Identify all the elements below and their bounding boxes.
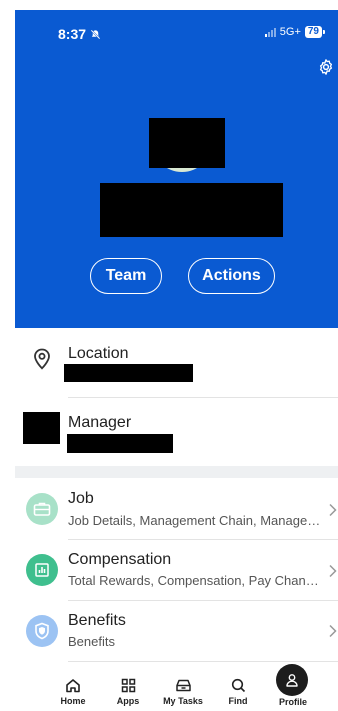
redacted-manager-avatar — [23, 412, 60, 444]
tab-profile[interactable]: Profile — [268, 697, 318, 707]
briefcase-icon — [26, 493, 58, 525]
chevron-right-icon — [329, 564, 337, 578]
grid-icon — [121, 678, 135, 693]
tab-label: Find — [228, 696, 248, 706]
tab-label: Home — [60, 696, 86, 706]
home-icon — [66, 679, 80, 693]
redacted-name — [100, 183, 283, 237]
tab-find[interactable]: Find — [213, 678, 263, 706]
inbox-icon — [175, 679, 191, 692]
tab-label: Profile — [278, 697, 307, 707]
tab-home[interactable]: Home — [48, 678, 98, 706]
status-indicators: 5G+ 79 — [264, 26, 326, 38]
divider — [68, 397, 338, 398]
search-icon — [231, 678, 245, 693]
menu-item-title: Compensation — [68, 551, 172, 568]
menu-item-title: Job — [68, 490, 94, 507]
manager-label: Manager — [68, 414, 132, 431]
signal-icon — [264, 27, 276, 37]
gear-icon[interactable] — [317, 58, 335, 76]
bottom-tab-bar: Home Apps My Tasks Find Profile — [40, 664, 330, 711]
divider — [68, 539, 338, 540]
status-time: 8:37 — [58, 26, 101, 42]
actions-button[interactable]: Actions — [188, 258, 275, 294]
person-icon[interactable] — [276, 664, 308, 696]
shield-icon — [26, 615, 58, 647]
redacted-manager-value[interactable] — [67, 434, 173, 453]
chevron-right-icon — [329, 503, 337, 517]
tab-apps[interactable]: Apps — [103, 678, 153, 706]
network-label: 5G+ — [279, 26, 301, 38]
redacted-location-value — [64, 364, 193, 382]
redacted-avatar — [149, 118, 225, 168]
chevron-right-icon — [329, 624, 337, 638]
tab-my-tasks[interactable]: My Tasks — [158, 678, 208, 706]
tab-label: My Tasks — [163, 696, 203, 706]
menu-item-title: Benefits — [68, 612, 126, 629]
chart-icon — [26, 554, 58, 586]
divider — [68, 661, 338, 662]
menu-item-subtitle: Total Rewards, Compensation, Pay Chan… — [68, 573, 319, 588]
team-button[interactable]: Team — [90, 258, 162, 294]
location-pin-icon — [34, 348, 50, 370]
menu-item-subtitle: Benefits — [68, 634, 115, 649]
tab-label: Apps — [116, 696, 140, 706]
divider — [68, 600, 338, 601]
bell-muted-icon — [90, 29, 101, 39]
section-separator — [15, 466, 338, 478]
battery-icon: 79 — [304, 26, 326, 38]
location-label: Location — [68, 345, 129, 362]
menu-item-subtitle: Job Details, Management Chain, Manage… — [68, 513, 321, 528]
